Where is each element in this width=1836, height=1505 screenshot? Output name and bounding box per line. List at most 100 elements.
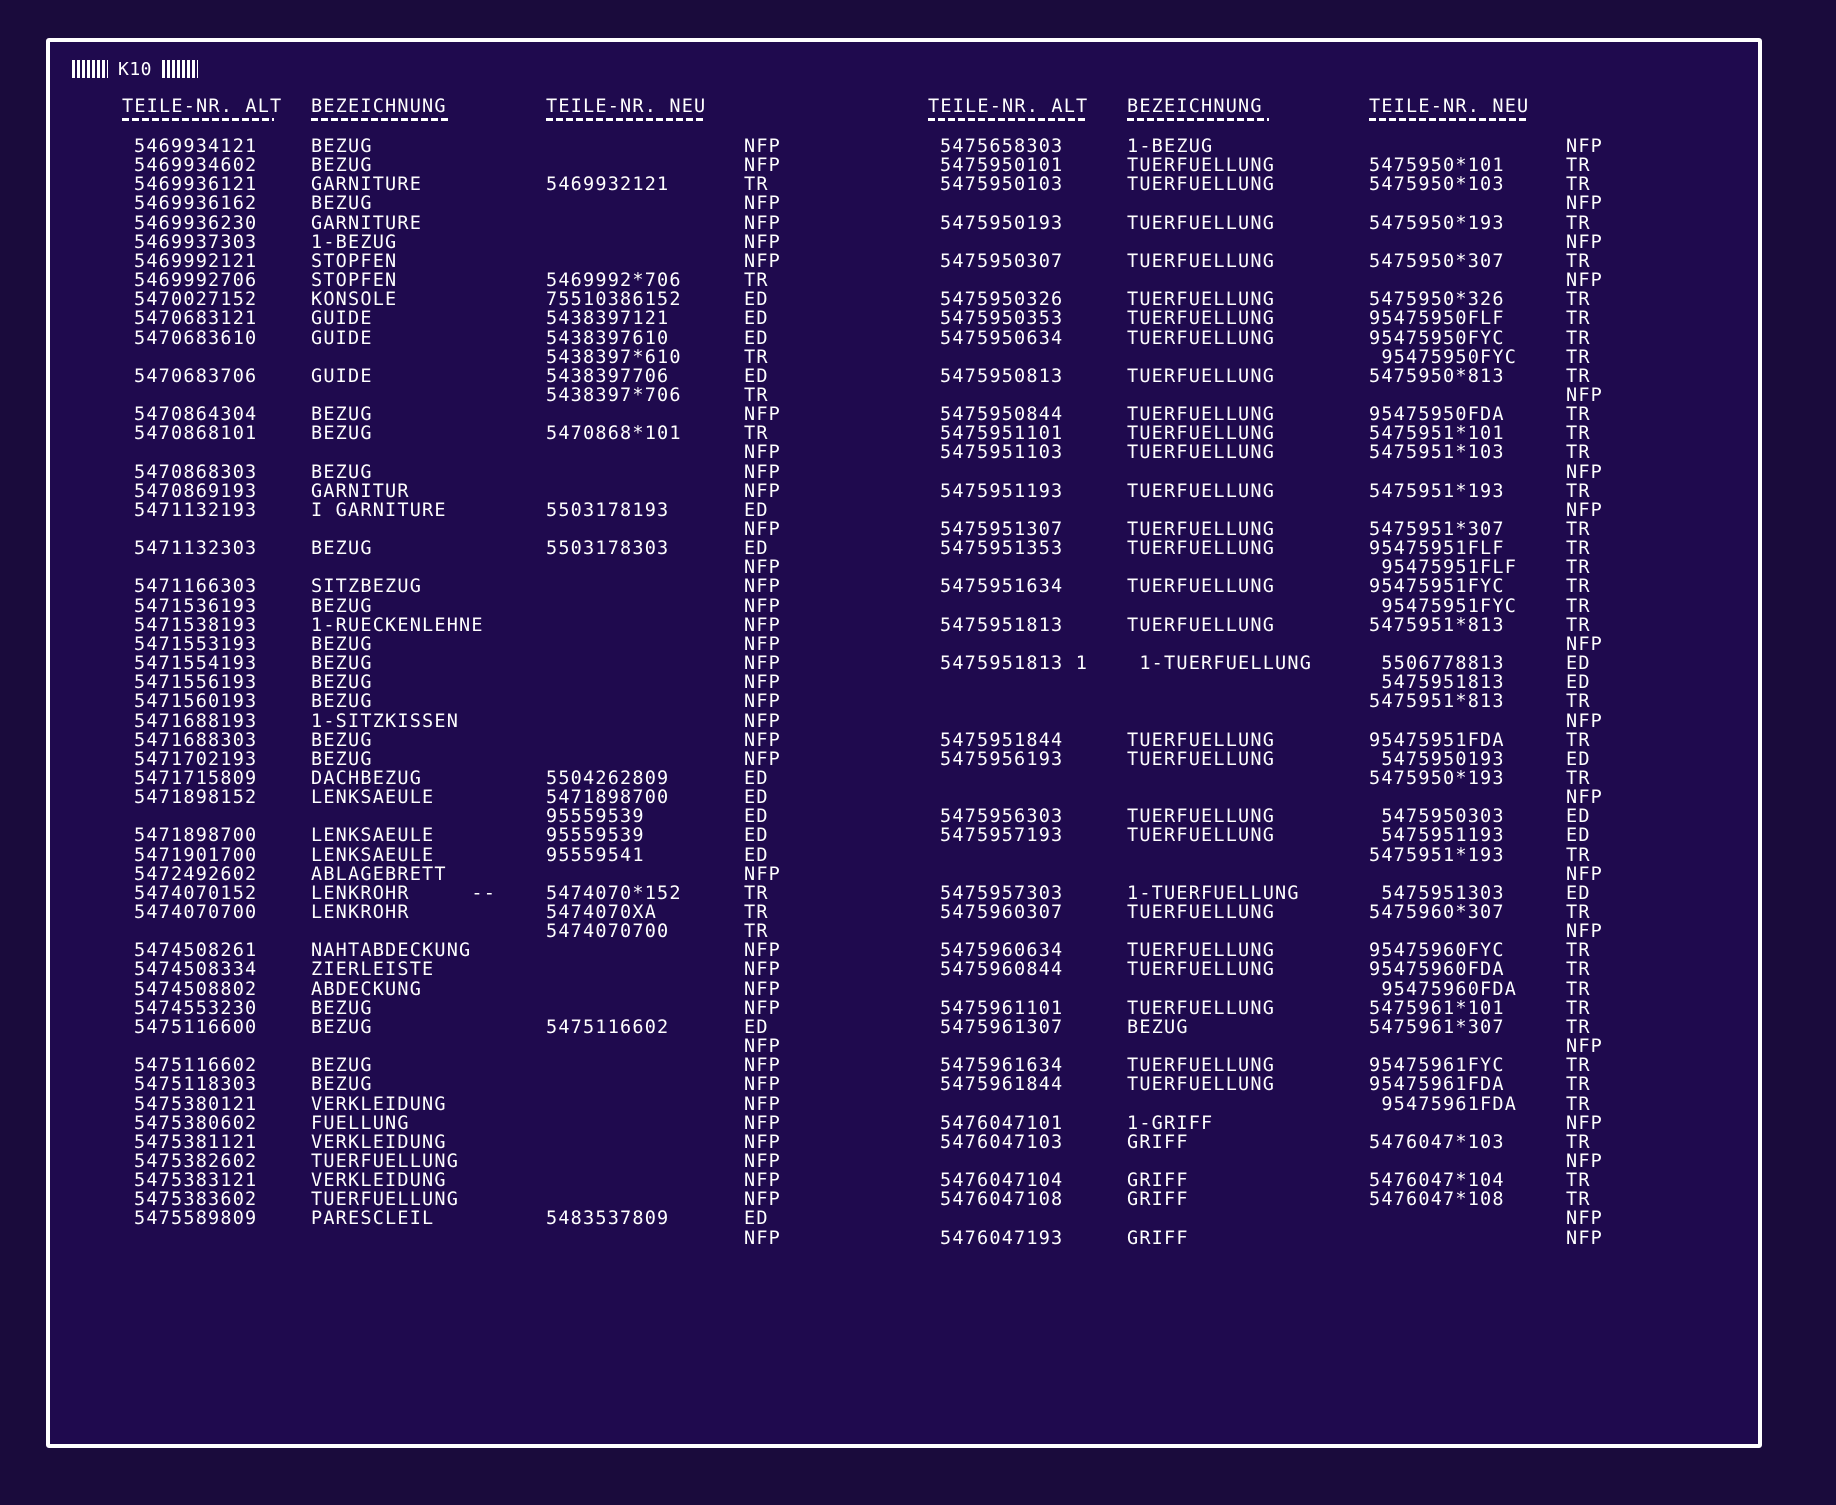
right-old-part-number-cell: 5475658303 [940, 136, 1064, 157]
right-description-cell: TUERFUELLUNG [1127, 748, 1276, 770]
right-old-part-number-cell: 5475956193 [940, 748, 1064, 770]
right-description-cell: TUERFUELLUNG [1127, 480, 1276, 502]
left-description-cell: BEZUG [311, 633, 373, 655]
right-description-cell: BEZUG [1127, 1016, 1189, 1038]
right-old-part-number-cell: 5475960634 [940, 940, 1064, 962]
left-description-cell: BEZUG [311, 423, 373, 445]
right-status-code-cell: TR [1566, 250, 1591, 272]
left-old-part-number-cell: 5469934602 [134, 155, 258, 177]
left-description-cell: I GARNITURE [311, 499, 447, 521]
left-old-part-number-cell: 5474553230 [134, 997, 258, 1019]
right-old-part-number-cell: 5475961307 [940, 1016, 1064, 1038]
right-new-part-number-cell: 95475960FYC [1369, 940, 1505, 962]
left-status-code-cell: TR [744, 346, 769, 368]
right-status-code-cell: TR [1566, 480, 1591, 502]
right-new-part-number-cell: 95475950FDA [1369, 404, 1505, 426]
right-new-part-number-cell: 5506778813 [1369, 653, 1505, 675]
right-status-code-cell: TR [1566, 595, 1591, 617]
right-description-cell: GRIFF [1127, 1189, 1189, 1211]
left-status-code-cell: NFP [744, 1093, 782, 1115]
left-description-cell: GARNITURE [311, 174, 423, 196]
left-description-cell: ZIERLEISTE [311, 959, 435, 981]
left-description-cell: NAHTABDECKUNG [311, 940, 472, 962]
right-status-code-cell: NFP [1566, 787, 1604, 809]
right-status-code-cell: TR [1566, 959, 1591, 981]
left-description-cell: 1-RUECKENLEHNE [311, 614, 484, 636]
right-old-part-number-cell: 5476047193 [940, 1227, 1064, 1249]
left-header-underline-old [122, 118, 274, 121]
right-header-description: BEZEICHNUNG [1127, 96, 1263, 117]
right-status-code-cell: TR [1566, 1016, 1591, 1038]
left-old-part-number-cell: 5475118303 [134, 1074, 258, 1096]
left-old-part-number-cell: 5469937303 [134, 231, 258, 253]
left-description-cell: LENKSAEULE [311, 844, 435, 866]
left-status-code-cell: NFP [744, 997, 782, 1019]
left-description-cell: BEZUG [311, 748, 373, 770]
left-status-code-cell: NFP [744, 193, 782, 215]
left-description-cell: GUIDE [311, 365, 373, 387]
left-description-cell: ABDECKUNG [311, 978, 423, 1000]
right-new-part-number-cell: 5475951813 [1369, 672, 1505, 694]
left-old-part-number-cell: 5474508261 [134, 940, 258, 962]
right-new-part-number-cell: 5475951*813 [1369, 614, 1505, 636]
left-new-part-number-cell: 5438397706 [546, 365, 670, 387]
left-new-part-number-cell: 95559539 [546, 825, 645, 847]
right-old-part-number-cell: 5475950844 [940, 404, 1064, 426]
left-old-part-number-cell: 5471898700 [134, 825, 258, 847]
left-status-code-cell: TR [744, 270, 769, 292]
left-header-underline-description [311, 118, 448, 121]
left-description-cell: BEZUG [311, 538, 373, 560]
right-new-part-number-cell: 5475951*103 [1369, 442, 1505, 464]
left-old-part-number-cell: 5471554193 [134, 653, 258, 675]
left-status-code-cell: NFP [744, 557, 782, 579]
right-description-cell: GRIFF [1127, 1170, 1189, 1192]
left-new-part-number-cell: 5438397*706 [546, 384, 682, 406]
right-description-cell: 1-TUERFUELLUNG [1127, 653, 1313, 675]
left-status-code-cell: NFP [744, 672, 782, 694]
left-description-cell: GARNITUR [311, 480, 410, 502]
left-header-underline-new [546, 118, 706, 121]
right-status-code-cell: TR [1566, 557, 1591, 579]
left-new-part-number-cell: 75510386152 [546, 289, 682, 311]
left-status-code-cell: NFP [744, 748, 782, 770]
left-description-cell: 1-SITZKISSEN [311, 710, 460, 732]
left-status-code-cell: ED [744, 806, 769, 828]
right-old-part-number-cell: 5475951193 [940, 480, 1064, 502]
left-description-cell: 1-BEZUG [311, 231, 398, 253]
right-new-part-number-cell: 95475960FDA [1369, 978, 1518, 1000]
right-status-code-cell: TR [1566, 614, 1591, 636]
left-status-code-cell: ED [744, 787, 769, 809]
left-status-code-cell: NFP [744, 442, 782, 464]
right-description-cell: TUERFUELLUNG [1127, 576, 1276, 598]
right-description-cell: TUERFUELLUNG [1127, 538, 1276, 560]
left-old-part-number-cell: 5472492602 [134, 863, 258, 885]
right-new-part-number-cell: 95475961FYC [1369, 1055, 1505, 1077]
left-new-part-number-cell: 5470868*101 [546, 423, 682, 445]
left-old-part-number-cell: 5469934121 [134, 136, 258, 157]
right-header-underline-description [1127, 118, 1269, 121]
right-status-code-cell: TR [1566, 538, 1591, 560]
right-new-part-number-cell: 5476047*103 [1369, 1131, 1505, 1153]
right-description-cell: TUERFUELLUNG [1127, 614, 1276, 636]
right-new-part-number-cell: 5476047*104 [1369, 1170, 1505, 1192]
right-status-code-cell: TR [1566, 174, 1591, 196]
left-old-part-number-cell: 5471901700 [134, 844, 258, 866]
left-status-code-cell: NFP [744, 212, 782, 234]
left-status-code-cell: ED [744, 289, 769, 311]
left-status-code-cell: NFP [744, 1074, 782, 1096]
left-status-code-cell: ED [744, 825, 769, 847]
left-description-cell: BEZUG [311, 997, 373, 1019]
right-description-cell: TUERFUELLUNG [1127, 825, 1276, 847]
right-status-code-cell: NFP [1566, 863, 1604, 885]
left-status-code-cell: NFP [744, 136, 782, 157]
right-description-cell: 1-BEZUG [1127, 136, 1214, 157]
right-status-code-cell: NFP [1566, 193, 1604, 215]
left-status-code-cell: ED [744, 365, 769, 387]
right-old-part-number-cell: 5475961844 [940, 1074, 1064, 1096]
left-status-code-cell: NFP [744, 863, 782, 885]
left-status-code-cell: NFP [744, 940, 782, 962]
header-mark-block-left [72, 60, 108, 78]
left-description-cell: TUERFUELLUNG [311, 1150, 460, 1172]
right-status-code-cell: NFP [1566, 231, 1604, 253]
right-old-part-number-cell: 5475951634 [940, 576, 1064, 598]
